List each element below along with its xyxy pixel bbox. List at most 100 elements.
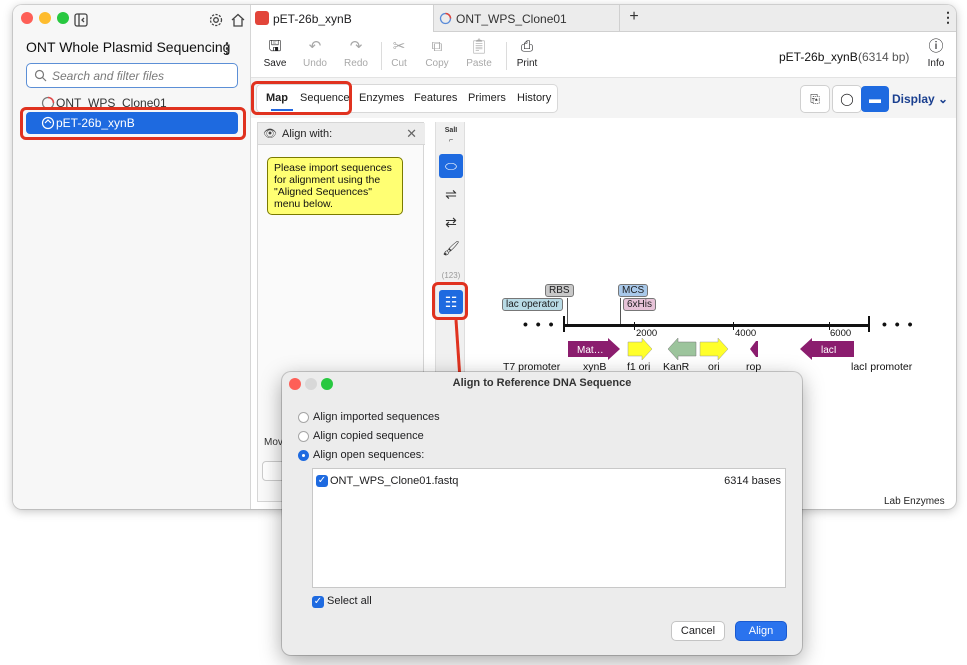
open-sequences-list[interactable]: ✓ ONT_WPS_Clone01.fastq 6314 bases bbox=[312, 468, 786, 588]
tab-pet-26b-xynb[interactable]: pET-26b_xynB bbox=[251, 5, 434, 32]
sequence-name: pET-26b_xynB bbox=[779, 50, 858, 64]
search-icon bbox=[34, 69, 47, 82]
feature-tag-icon[interactable]: ⬭ bbox=[439, 154, 463, 178]
feature-label-6xhis[interactable]: 6xHis bbox=[623, 298, 657, 311]
radio-align-copied-label[interactable]: Align copied sequence bbox=[313, 430, 424, 442]
tick-4000 bbox=[733, 322, 734, 330]
cut-label: Cut bbox=[391, 58, 407, 69]
copy-button[interactable]: ⧉ Copy bbox=[417, 37, 457, 75]
list-item-length: 6314 bases bbox=[724, 475, 781, 487]
radio-align-open-label[interactable]: Align open sequences: bbox=[313, 449, 424, 461]
feature-label-lac-operator[interactable]: lac operator bbox=[502, 298, 563, 311]
tab-features[interactable]: Features bbox=[414, 92, 457, 104]
align-dialog: Align to Reference DNA Sequence Align im… bbox=[282, 372, 802, 655]
redo-button[interactable]: ↷ Redo bbox=[336, 37, 376, 75]
dialog-body: Align imported sequences Align copied se… bbox=[282, 394, 802, 655]
enzyme-site-label: SalI bbox=[444, 127, 458, 134]
tab-label: pET-26b_xynB bbox=[273, 12, 352, 26]
circular-view-icon[interactable]: ◯ bbox=[833, 86, 861, 112]
sequence-view-icon[interactable]: ▬ bbox=[861, 86, 889, 112]
radio-align-copied[interactable] bbox=[298, 431, 309, 442]
info-icon: ⓘ bbox=[928, 38, 944, 55]
checkbox-ont-wps-clone01[interactable]: ✓ bbox=[316, 475, 328, 487]
project-title: ONT Whole Plasmid Sequencing bbox=[26, 39, 231, 55]
eye-icon[interactable]: 👁︎ bbox=[263, 127, 277, 140]
home-icon[interactable] bbox=[230, 12, 246, 28]
redo-label: Redo bbox=[344, 58, 368, 69]
close-window-button[interactable] bbox=[21, 12, 33, 24]
add-tab-button[interactable]: + bbox=[624, 8, 644, 28]
enzyme-site-icon[interactable]: SalI ⌐ bbox=[439, 126, 463, 150]
minimize-window-button[interactable] bbox=[39, 12, 51, 24]
undo-button[interactable]: ↶ Undo bbox=[295, 37, 335, 75]
highlight-map-sequence-tabs bbox=[251, 81, 352, 115]
save-button[interactable]: 🖫 Save bbox=[255, 37, 295, 75]
info-button[interactable]: ⓘ Info bbox=[916, 37, 956, 75]
translation-icon[interactable]: ⇌ bbox=[439, 182, 463, 206]
enzyme-set-label[interactable]: Lab Enzymes bbox=[884, 496, 945, 507]
copy-label: Copy bbox=[425, 58, 449, 69]
sequence-length: (6314 bp) bbox=[858, 50, 910, 64]
copy-icon: ⧉ bbox=[431, 38, 443, 55]
sidebar-toggle-icon[interactable] bbox=[73, 12, 89, 28]
display-label: Display bbox=[892, 92, 935, 106]
more-options-icon[interactable]: ⋮ bbox=[941, 9, 955, 26]
paste-icon: 📋︎ bbox=[469, 38, 489, 55]
tab-ont-wps-clone01[interactable]: ONT_WPS_Clone01 bbox=[434, 5, 620, 32]
radio-align-imported[interactable] bbox=[298, 412, 309, 423]
feature-track: Mat… lacI bbox=[568, 338, 854, 361]
zoom-window-button[interactable] bbox=[57, 12, 69, 24]
scissors-icon: ✂ bbox=[392, 38, 406, 55]
brush-icon[interactable]: 🖌︎ bbox=[439, 236, 463, 260]
feature-laci[interactable]: lacI bbox=[800, 338, 854, 360]
info-label: Info bbox=[927, 58, 945, 69]
feature-mat-xynb[interactable]: Mat… bbox=[568, 338, 620, 360]
printer-icon: ⎙ bbox=[520, 38, 533, 55]
radio-align-open[interactable] bbox=[298, 450, 309, 461]
align-panel-header: 👁︎ Align with: ✕ bbox=[258, 123, 425, 145]
paste-label: Paste bbox=[466, 58, 492, 69]
align-button[interactable]: Align bbox=[736, 622, 786, 640]
feature-f1-ori[interactable] bbox=[627, 338, 653, 361]
highlight-selected-file bbox=[20, 107, 246, 140]
cancel-button[interactable]: Cancel bbox=[672, 622, 724, 640]
radio-align-imported-label[interactable]: Align imported sequences bbox=[313, 411, 440, 423]
project-menu-button[interactable]: ⋮ bbox=[219, 39, 235, 57]
select-all-label[interactable]: Select all bbox=[327, 595, 372, 607]
move-label: Mov bbox=[264, 437, 283, 448]
select-all-checkbox[interactable]: ✓ bbox=[312, 596, 324, 608]
feature-label-rbs[interactable]: RBS bbox=[545, 284, 574, 297]
close-icon[interactable]: ✕ bbox=[406, 126, 417, 142]
reads-icon bbox=[439, 12, 452, 25]
map-right-ellipsis: • • • bbox=[882, 316, 915, 332]
paste-button[interactable]: 📋︎ Paste bbox=[459, 37, 499, 75]
swap-strands-icon[interactable]: ⇄ bbox=[439, 210, 463, 234]
redo-icon: ↷ bbox=[349, 38, 363, 55]
backbone-start bbox=[563, 316, 565, 332]
feature-rop[interactable] bbox=[750, 341, 758, 357]
cut-button[interactable]: ✂ Cut bbox=[379, 37, 419, 75]
highlight-align-button bbox=[432, 282, 468, 320]
map-left-ellipsis: • • • bbox=[523, 316, 556, 332]
feature-laci-label: lacI bbox=[821, 345, 837, 356]
tab-enzymes[interactable]: Enzymes bbox=[359, 92, 404, 104]
linear-view-icon[interactable]: ⎘ bbox=[801, 86, 829, 112]
dialog-title: Align to Reference DNA Sequence bbox=[452, 377, 632, 389]
feature-label-mcs[interactable]: MCS bbox=[618, 284, 649, 297]
tab-label: ONT_WPS_Clone01 bbox=[456, 12, 567, 26]
gear-icon[interactable] bbox=[208, 12, 224, 28]
feature-ori[interactable] bbox=[699, 338, 729, 361]
undo-icon: ↶ bbox=[308, 38, 322, 55]
backbone-end bbox=[868, 316, 870, 332]
sidebar: ONT Whole Plasmid Sequencing ⋮ Search an… bbox=[13, 5, 251, 509]
feature-kanr[interactable] bbox=[667, 338, 697, 361]
print-button[interactable]: ⎙ Print bbox=[507, 37, 547, 75]
feature-name-laci-promoter: lacI promoter bbox=[851, 361, 913, 373]
display-menu-button[interactable]: Display ⌄ bbox=[892, 92, 948, 106]
sequence-backbone bbox=[564, 324, 870, 327]
search-input[interactable]: Search and filter files bbox=[26, 63, 238, 88]
tab-history[interactable]: History bbox=[517, 92, 551, 104]
tab-primers[interactable]: Primers bbox=[468, 92, 506, 104]
align-panel-title: Align with: bbox=[282, 128, 333, 140]
save-label: Save bbox=[263, 58, 287, 69]
